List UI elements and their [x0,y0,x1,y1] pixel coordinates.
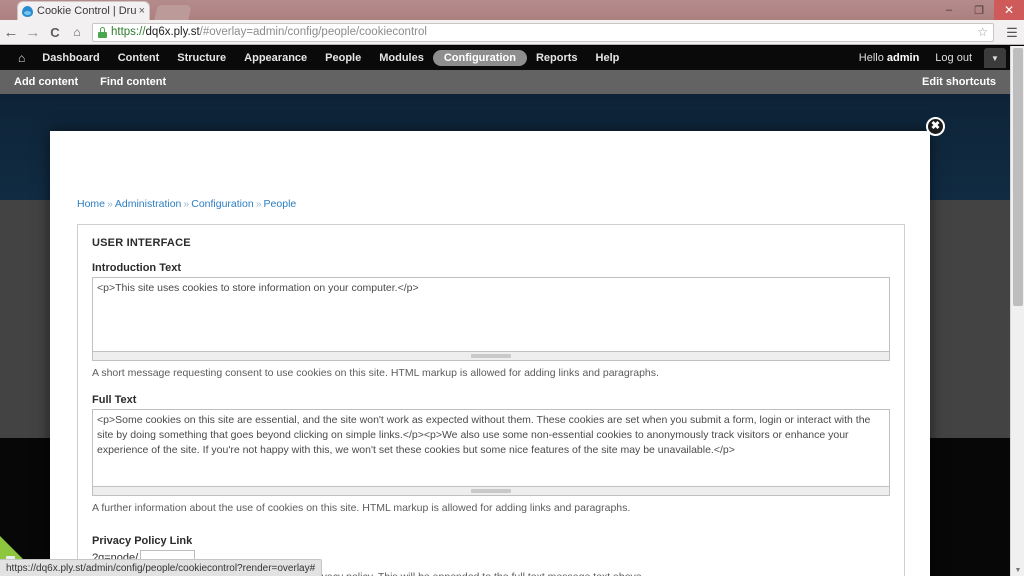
close-icon[interactable]: ✖ [926,117,945,136]
admin-item-modules[interactable]: Modules [370,46,433,70]
textarea-resize-grippie[interactable] [92,487,890,496]
admin-menu: ⌂ Dashboard Content Structure Appearance… [0,46,628,70]
lock-icon [98,26,107,38]
browser-titlebar: Cookie Control | Drupal st × – ❐ ✕ [0,0,1024,20]
admin-item-structure[interactable]: Structure [168,46,235,70]
admin-overlay-dialog: ✖ Home» Administration» Configuration» Peop… [50,117,945,576]
admin-item-people[interactable]: People [316,46,370,70]
breadcrumb-separator: » [183,198,190,210]
url-scheme: https:// [111,26,146,38]
page-viewport: ⌂ Dashboard Content Structure Appearance… [0,46,1024,576]
user-interface-fieldset: USER INTERFACE Introduction Text A short… [77,224,905,576]
browser-window: Cookie Control | Drupal st × – ❐ ✕ ← → C… [0,0,1024,576]
shortcut-bar: Add content Find content Edit shortcuts [0,70,1010,94]
scrollbar-thumb[interactable] [1013,48,1023,306]
full-text-input[interactable] [92,409,890,487]
introduction-text-wrapper [92,277,890,361]
window-minimize-button[interactable]: – [934,0,964,20]
breadcrumb-administration[interactable]: Administration [115,198,182,210]
window-controls: – ❐ ✕ [934,0,1024,20]
shortcut-find-content[interactable]: Find content [100,76,166,88]
admin-home-icon[interactable]: ⌂ [10,46,33,70]
admin-item-content[interactable]: Content [109,46,169,70]
breadcrumb-separator: » [107,198,113,210]
tab-close-icon[interactable]: × [139,5,145,17]
window-close-button[interactable]: ✕ [994,0,1024,20]
admin-item-reports[interactable]: Reports [527,46,587,70]
drupal-drop-icon [22,5,33,17]
tab-title-text: Cookie Control | Drupal [37,5,137,17]
breadcrumb-home[interactable]: Home [77,198,105,210]
browser-menu-icon[interactable]: ☰ [1000,26,1024,39]
home-icon[interactable]: ⌂ [66,25,88,39]
fieldset-legend: USER INTERFACE [92,237,191,249]
textarea-resize-grippie[interactable] [92,352,890,361]
form-item-full-text: Full Text A further information about th… [92,394,890,515]
tab-title: Cookie Control | Drupal st [37,5,137,17]
greeting-user[interactable]: admin [887,52,919,64]
full-text-label: Full Text [92,394,137,406]
new-tab-button[interactable] [154,5,192,20]
admin-item-configuration[interactable]: Configuration [432,50,527,66]
introduction-text-input[interactable] [92,277,890,352]
chevron-down-icon[interactable]: ▼ [984,48,1006,68]
introduction-text-label: Introduction Text [92,262,182,274]
address-bar[interactable]: https://dq6x.ply.st/#overlay=admin/confi… [92,22,994,42]
breadcrumb-people[interactable]: People [264,198,297,210]
edit-shortcuts-link[interactable]: Edit shortcuts [922,76,996,88]
breadcrumb: Home» Administration» Configuration» People [77,198,296,210]
breadcrumb-separator: » [255,198,262,210]
drupal-admin-toolbar: ⌂ Dashboard Content Structure Appearance… [0,46,1010,70]
reload-icon[interactable]: C [44,25,66,40]
greeting: Hello admin [851,52,928,64]
status-bar: https://dq6x.ply.st/admin/config/people/… [0,559,323,576]
browser-toolbar: ← → C ⌂ https://dq6x.ply.st/#overlay=adm… [0,20,1024,45]
back-icon[interactable]: ← [0,24,22,41]
browser-tab-active[interactable]: Cookie Control | Drupal st × [17,1,150,20]
bookmark-star-icon[interactable]: ☆ [971,25,988,39]
window-maximize-button[interactable]: ❐ [964,0,994,20]
url-path: /#overlay=admin/config/people/cookiecont… [199,26,427,38]
breadcrumb-configuration[interactable]: Configuration [191,198,253,210]
admin-item-dashboard[interactable]: Dashboard [33,46,108,70]
privacy-policy-link-label: Privacy Policy Link [92,535,193,547]
logout-link[interactable]: Log out [927,52,980,64]
full-text-description: A further information about the use of c… [92,502,631,514]
full-text-wrapper [92,409,890,496]
admin-item-help[interactable]: Help [587,46,629,70]
url-host: dq6x.ply.st [145,26,200,38]
introduction-text-description: A short message requesting consent to us… [92,367,659,379]
page-scrollbar[interactable]: ▼ [1010,46,1024,576]
forward-icon[interactable]: → [22,24,44,41]
greeting-prefix: Hello [858,52,887,64]
admin-toolbar-right: Hello admin Log out ▼ [851,46,1010,70]
form-item-introduction-text: Introduction Text A short message reques… [92,262,890,380]
shortcut-add-content[interactable]: Add content [14,76,78,88]
scroll-down-arrow-icon[interactable]: ▼ [1011,567,1024,574]
admin-item-appearance[interactable]: Appearance [235,46,316,70]
